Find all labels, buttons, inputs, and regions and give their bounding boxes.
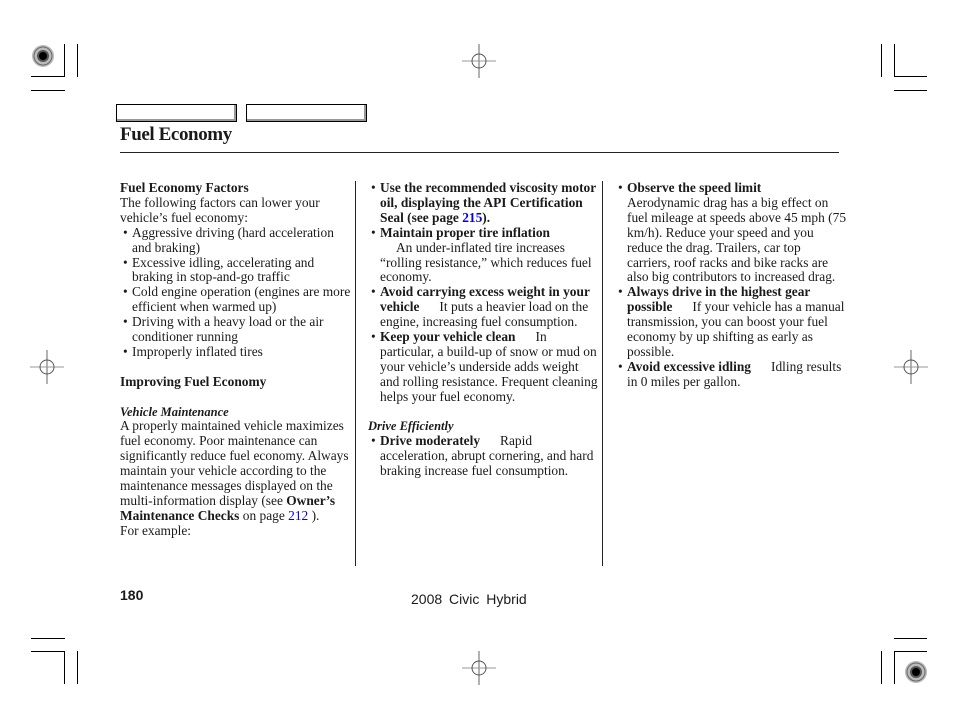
list-item: Avoid carrying excess weight in your veh… [368,284,600,330]
list-item: Excessive idling, accelerating and braki… [120,255,352,286]
list-item: Avoid excessive idlingIdling results in … [615,358,847,390]
page-link-212[interactable]: 212 [288,508,308,523]
column-1: Fuel Economy Factors The following facto… [120,180,352,539]
crop-mark [77,651,78,684]
column-divider [355,181,356,566]
crop-mark [894,90,927,91]
tip-text: Aerodynamic drag has a big effect on fue… [627,194,847,285]
crop-mark [31,651,65,652]
text: on page [239,507,289,523]
column-3: Observe the speed limitAerodynamic drag … [615,180,847,390]
section-heading-improving: Improving Fuel Economy [120,373,267,389]
list-item: Aggressive driving (hard acceleration an… [120,225,352,256]
list-item: Driving with a heavy load or the air con… [120,314,352,345]
crop-mark [77,44,78,77]
crop-mark [894,651,895,684]
registration-target-icon [32,45,54,67]
tip-title: Drive moderately [380,433,481,449]
list-item: Observe the speed limitAerodynamic drag … [615,180,847,285]
for-example-text: For example: [120,522,192,538]
factors-list: Aggressive driving (hard acceleration an… [120,225,352,360]
maintenance-tips-list: Use the recommended viscosity motor oil,… [368,180,600,405]
crop-mark [894,638,927,639]
crosshair-icon [462,651,496,685]
list-item: Cold engine operation (engines are more … [120,284,352,315]
section-heading-factors: Fuel Economy Factors [120,180,249,195]
list-item: Keep your vehicle cleanIn particular, a … [368,329,600,405]
tip-title: Maintain proper tire inflation [380,224,550,240]
crop-mark [31,76,65,77]
column-divider [602,181,603,566]
tip-text: An under-inflated tire increases “rollin… [380,239,592,285]
factors-intro: The following factors can lower your veh… [120,194,320,225]
crop-mark [31,90,65,91]
column-2: Use the recommended viscosity motor oil,… [368,180,600,479]
crop-mark [894,76,927,77]
page-link-215[interactable]: 215 [462,210,482,225]
tip-title: ). [482,209,491,225]
title-rule [120,152,839,153]
drive-tips-list: Drive moderatelyRapid acceleration, abru… [368,433,600,479]
tip-title: Avoid excessive idling [627,358,751,374]
crop-mark [881,651,882,684]
crosshair-icon [30,350,64,384]
subheading-drive-efficiently: Drive Efficiently [368,419,454,434]
crosshair-icon [894,350,928,384]
tip-title: Keep your vehicle clean [380,329,516,345]
maintenance-paragraph: A properly maintained vehicle maximizes … [120,419,352,523]
crosshair-icon [462,44,496,78]
text: ). [308,507,320,523]
page-title: Fuel Economy [120,124,232,145]
driving-tips-list: Observe the speed limitAerodynamic drag … [615,180,847,390]
crop-mark [894,651,927,652]
registration-target-icon [905,661,927,683]
list-item: Maintain proper tire inflationAn under-i… [368,224,600,286]
list-item: Use the recommended viscosity motor oil,… [368,180,600,226]
nav-button-index[interactable] [246,104,367,122]
crop-mark [881,44,882,77]
nav-button-main-menu[interactable] [116,104,237,122]
page-number: 180 [120,587,144,603]
crop-mark [31,638,65,639]
tip-title: Observe the speed limit [627,180,762,195]
subheading-vehicle-maintenance: Vehicle Maintenance [120,404,229,419]
list-item: Drive moderatelyRapid acceleration, abru… [368,433,600,479]
crop-mark [64,44,65,77]
list-item: Always drive in the highest gear possibl… [615,284,847,360]
crop-mark [894,44,895,77]
list-item: Improperly inflated tires [120,344,352,360]
book-title: 2008 Civic Hybrid [411,591,527,607]
crop-mark [64,651,65,684]
